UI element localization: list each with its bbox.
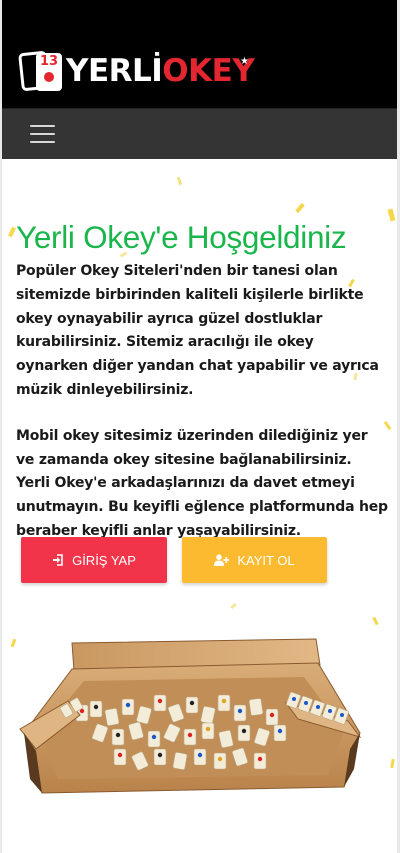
page: 13 YERLİOKEY ★ Yerli Okey'e Hoşgeldiniz … bbox=[2, 0, 397, 853]
user-plus-icon bbox=[214, 554, 230, 566]
okey-board-image bbox=[19, 638, 362, 794]
sign-in-icon bbox=[53, 554, 63, 566]
confetti-decoration bbox=[176, 176, 183, 186]
confetti-decoration bbox=[295, 202, 305, 214]
login-button-label: GİRİŞ YAP bbox=[72, 552, 136, 568]
welcome-block: Yerli Okey'e Hoşgeldiniz Popüler Okey Si… bbox=[16, 217, 388, 544]
confetti-decoration bbox=[372, 616, 379, 626]
logo-text-yerli: YERLİ bbox=[66, 53, 163, 89]
logo-card-number: 13 bbox=[39, 54, 59, 69]
logo-card-icon: 13 bbox=[18, 49, 64, 93]
site-logo[interactable]: 13 YERLİOKEY ★ bbox=[18, 48, 255, 94]
confetti-decoration bbox=[230, 602, 237, 610]
confetti-decoration bbox=[390, 758, 395, 769]
hamburger-menu-icon[interactable] bbox=[24, 121, 64, 147]
hero-section: Yerli Okey'e Hoşgeldiniz Popüler Okey Si… bbox=[2, 159, 397, 853]
intro-paragraph-1: Popüler Okey Siteleri'nden bir tanesi ol… bbox=[16, 263, 379, 398]
page-title: Yerli Okey'e Hoşgeldiniz bbox=[16, 219, 347, 255]
confetti-decoration bbox=[8, 226, 16, 238]
star-icon: ★ bbox=[240, 56, 249, 67]
register-button[interactable]: KAYIT OL bbox=[182, 537, 327, 583]
intro-paragraph-2: Mobil okey sitesimiz üzerinden dilediğin… bbox=[16, 427, 388, 539]
site-header: 13 YERLİOKEY ★ bbox=[2, 0, 397, 108]
navbar bbox=[2, 108, 397, 159]
confetti-decoration bbox=[10, 638, 17, 648]
register-button-label: KAYIT OL bbox=[237, 552, 295, 568]
confetti-decoration bbox=[387, 208, 396, 222]
login-button[interactable]: GİRİŞ YAP bbox=[21, 537, 167, 583]
logo-text: YERLİOKEY bbox=[66, 48, 255, 94]
